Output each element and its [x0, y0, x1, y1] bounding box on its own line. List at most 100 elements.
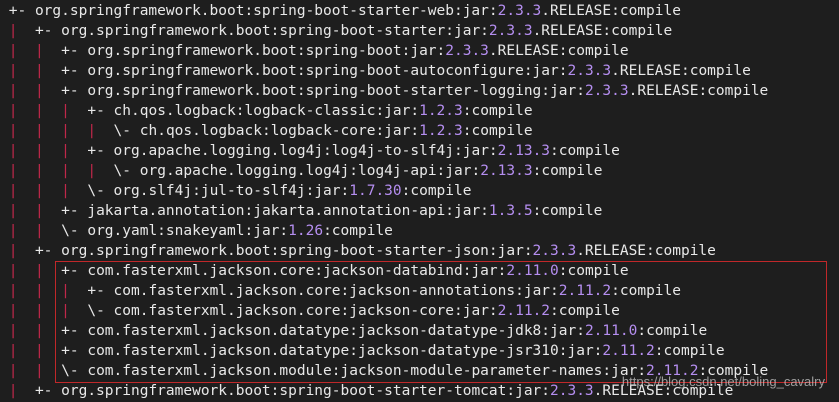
artifact-coordinates: com.fasterxml.jackson.module:jackson-mod…: [87, 363, 647, 379]
tree-connector-bar: |: [8, 23, 18, 39]
tree-connector-bar: |: [61, 103, 70, 119]
tree-branch-marker: \-: [113, 123, 140, 139]
artifact-version: 1.2.3: [419, 123, 463, 139]
tree-connector-bar: |: [34, 103, 44, 119]
tree-connector-bar: |: [61, 303, 70, 319]
artifact-coordinates: org.springframework.boot:spring-boot-sta…: [87, 83, 585, 99]
tree-branch-marker: +-: [61, 83, 88, 99]
artifact-version: 2.11.0: [506, 263, 559, 279]
artifact-version: 2.11.2: [497, 303, 551, 319]
tree-connector-bar: |: [34, 43, 44, 59]
tree-line: | | +- org.springframework.boot:spring-b…: [0, 61, 751, 81]
artifact-version: 2.13.3: [497, 143, 551, 159]
tree-line: | | +- com.fasterxml.jackson.datatype:ja…: [0, 321, 707, 341]
tree-connector-bar: |: [87, 123, 97, 139]
tree-line: | | | | \- ch.qos.logback:logback-core:j…: [0, 121, 533, 141]
artifact-coordinates: com.fasterxml.jackson.datatype:jackson-d…: [87, 343, 603, 359]
artifact-coordinates: com.fasterxml.jackson.core:jackson-core:…: [113, 303, 498, 319]
artifact-scope: .RELEASE:compile: [576, 243, 716, 259]
artifact-scope: .RELEASE:compile: [611, 63, 751, 79]
artifact-scope: :compile: [532, 163, 603, 179]
watermark-url: https://blog.csdn.net/boling_cavalry: [621, 374, 825, 389]
artifact-scope: :compile: [323, 223, 393, 239]
tree-connector-bar: |: [34, 163, 44, 179]
artifact-scope: :compile: [532, 203, 603, 219]
tree-line: | | \- org.yaml:snakeyaml:jar:1.26:compi…: [0, 221, 393, 241]
tree-connector-bar: |: [8, 223, 18, 239]
artifact-coordinates: com.fasterxml.jackson.core:jackson-annot…: [113, 283, 559, 299]
tree-connector-bar: |: [34, 63, 44, 79]
tree-connector-bar: |: [61, 163, 70, 179]
artifact-version: 2.3.3: [550, 383, 594, 399]
tree-connector-bar: |: [8, 203, 18, 219]
artifact-version: 2.3.3: [445, 43, 489, 59]
tree-connector-bar: |: [8, 343, 18, 359]
tree-line: +- org.springframework.boot:spring-boot-…: [0, 1, 681, 21]
artifact-scope: :compile: [550, 303, 620, 319]
artifact-coordinates: jakarta.annotation:jakarta.annotation-ap…: [87, 203, 489, 219]
tree-connector-bar: |: [8, 283, 18, 299]
tree-line: | | +- org.springframework.boot:spring-b…: [0, 41, 629, 61]
artifact-coordinates: org.springframework.boot:spring-boot-sta…: [34, 3, 498, 19]
artifact-scope: .RELEASE:compile: [488, 43, 629, 59]
artifact-coordinates: org.springframework.boot:spring-boot-sta…: [61, 23, 489, 39]
artifact-version: 1.3.5: [488, 203, 533, 219]
tree-line: | | | \- com.fasterxml.jackson.core:jack…: [0, 301, 620, 321]
artifact-coordinates: org.slf4j:jul-to-slf4j:jar:: [113, 183, 350, 199]
tree-line: | | +- org.springframework.boot:spring-b…: [0, 81, 769, 101]
tree-line: | | +- com.fasterxml.jackson.datatype:ja…: [0, 341, 725, 361]
tree-connector-bar: |: [8, 123, 18, 139]
tree-connector-bar: |: [8, 43, 18, 59]
artifact-coordinates: ch.qos.logback:logback-classic:jar:: [113, 103, 420, 119]
tree-connector-bar: |: [34, 223, 44, 239]
tree-line: | | +- com.fasterxml.jackson.core:jackso…: [0, 261, 629, 281]
tree-connector-bar: |: [87, 163, 97, 179]
tree-connector-bar: |: [61, 123, 70, 139]
tree-line: | | | \- org.slf4j:jul-to-slf4j:jar:1.7.…: [0, 181, 472, 201]
tree-connector-bar: |: [34, 323, 44, 339]
artifact-coordinates: org.apache.logging.log4j:log4j-api:jar:: [139, 163, 481, 179]
tree-connector-bar: |: [34, 203, 44, 219]
tree-branch-marker: +-: [87, 103, 114, 119]
tree-branch-marker: +-: [34, 243, 62, 259]
tree-branch-marker: \-: [87, 303, 114, 319]
tree-connector-bar: |: [8, 163, 18, 179]
tree-connector-bar: |: [8, 303, 18, 319]
artifact-version: 1.7.30: [349, 183, 402, 199]
artifact-scope: :compile: [654, 343, 725, 359]
tree-branch-marker: +-: [8, 3, 35, 19]
tree-connector-bar: |: [8, 183, 18, 199]
tree-line: | | | +- com.fasterxml.jackson.core:jack…: [0, 281, 681, 301]
artifact-scope: :compile: [637, 323, 708, 339]
tree-connector-bar: |: [8, 103, 18, 119]
tree-connector-bar: |: [8, 383, 18, 399]
tree-line: | | | +- org.apache.logging.log4j:log4j-…: [0, 141, 620, 161]
tree-branch-marker: +-: [61, 203, 88, 219]
tree-connector-bar: |: [34, 283, 44, 299]
artifact-coordinates: org.apache.logging.log4j:log4j-to-slf4j:…: [113, 143, 498, 159]
artifact-scope: :compile: [611, 283, 681, 299]
artifact-scope: :compile: [550, 143, 620, 159]
artifact-version: 2.3.3: [532, 243, 577, 259]
artifact-version: 2.3.3: [497, 3, 542, 19]
artifact-version: 1.2.3: [419, 103, 463, 119]
artifact-scope: .RELEASE:compile: [541, 3, 681, 19]
tree-branch-marker: \-: [113, 163, 140, 179]
artifact-version: 1.26: [288, 223, 324, 239]
artifact-version: 2.11.0: [584, 323, 638, 339]
artifact-coordinates: org.springframework.boot:spring-boot:jar…: [87, 43, 446, 59]
tree-connector-bar: |: [34, 343, 44, 359]
tree-branch-marker: \-: [61, 223, 88, 239]
tree-connector-bar: |: [61, 283, 70, 299]
artifact-coordinates: com.fasterxml.jackson.datatype:jackson-d…: [87, 323, 585, 339]
artifact-coordinates: org.yaml:snakeyaml:jar:: [87, 223, 289, 239]
tree-connector-bar: |: [8, 323, 18, 339]
artifact-coordinates: org.springframework.boot:spring-boot-sta…: [61, 243, 533, 259]
tree-line: | | | +- ch.qos.logback:logback-classic:…: [0, 101, 533, 121]
tree-line: | +- org.springframework.boot:spring-boo…: [0, 21, 673, 41]
artifact-coordinates: com.fasterxml.jackson.core:jackson-datab…: [87, 263, 507, 279]
artifact-scope: .RELEASE:compile: [532, 23, 673, 39]
tree-connector-bar: |: [8, 63, 18, 79]
artifact-scope: .RELEASE:compile: [628, 83, 769, 99]
tree-connector-bar: |: [8, 363, 18, 379]
